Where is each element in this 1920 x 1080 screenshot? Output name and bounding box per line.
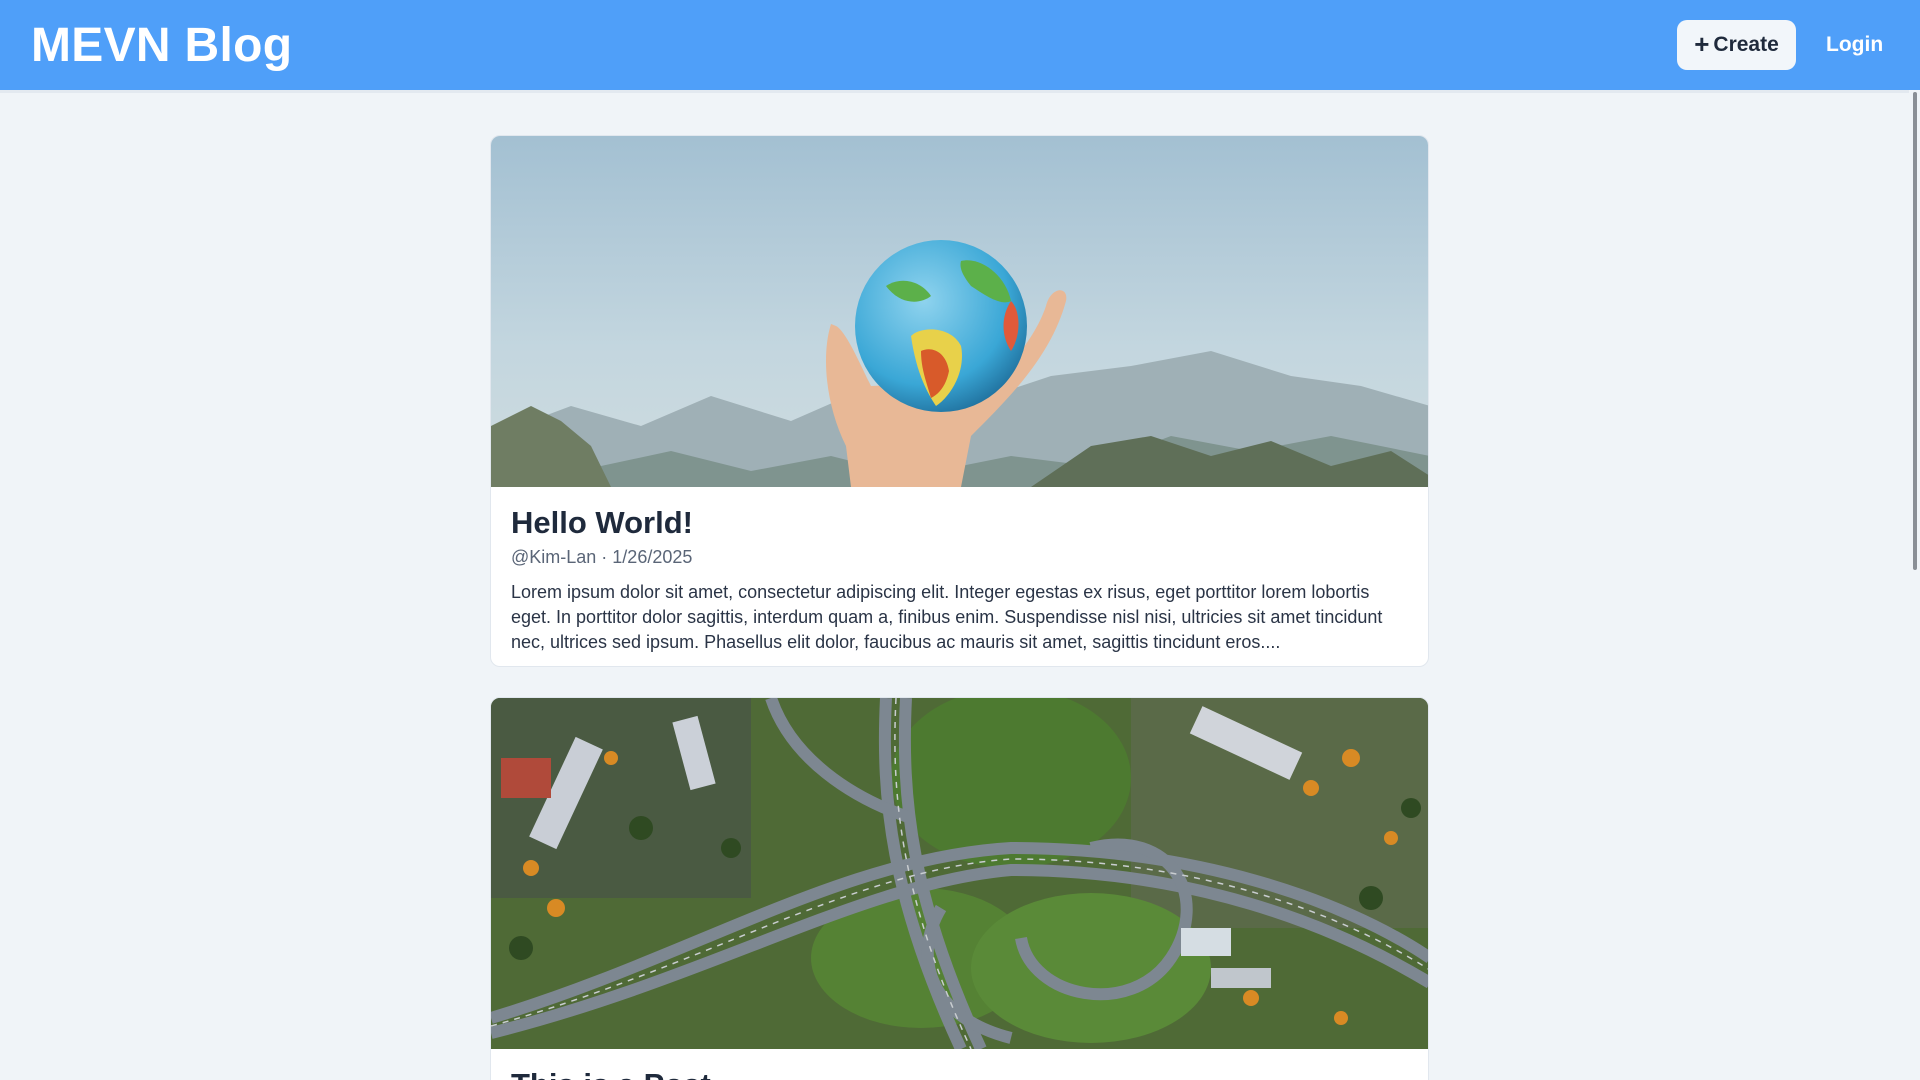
post-card[interactable]: This is a Post <box>490 697 1429 1080</box>
plus-icon: + <box>1694 29 1710 59</box>
brand-logo[interactable]: MEVN Blog <box>31 18 292 73</box>
post-meta: @Kim-Lan · 1/26/2025 <box>511 546 693 567</box>
aerial-highway-interchange-photo-icon <box>491 698 1428 1049</box>
post-title[interactable]: This is a Post <box>511 1067 1408 1080</box>
post-body: Hello World! @Kim-Lan · 1/26/2025 Lorem … <box>491 487 1428 655</box>
globe-in-hand-photo-icon <box>491 136 1428 487</box>
create-button[interactable]: + Create <box>1677 20 1796 70</box>
post-card[interactable]: Hello World! @Kim-Lan · 1/26/2025 Lorem … <box>490 135 1429 667</box>
create-label: Create <box>1713 33 1779 56</box>
post-body: This is a Post <box>491 1049 1428 1080</box>
top-navbar: MEVN Blog + Create Login <box>0 0 1920 90</box>
post-image-globe[interactable] <box>491 136 1428 487</box>
post-excerpt: Lorem ipsum dolor sit amet, consectetur … <box>511 581 1383 652</box>
login-link[interactable]: Login <box>1826 33 1883 57</box>
post-image-highway[interactable] <box>491 698 1428 1049</box>
post-title[interactable]: Hello World! <box>511 505 1408 541</box>
page: MEVN Blog + Create Login Hello World! @K… <box>0 0 1920 1080</box>
scrollbar-thumb[interactable] <box>1913 92 1917 570</box>
